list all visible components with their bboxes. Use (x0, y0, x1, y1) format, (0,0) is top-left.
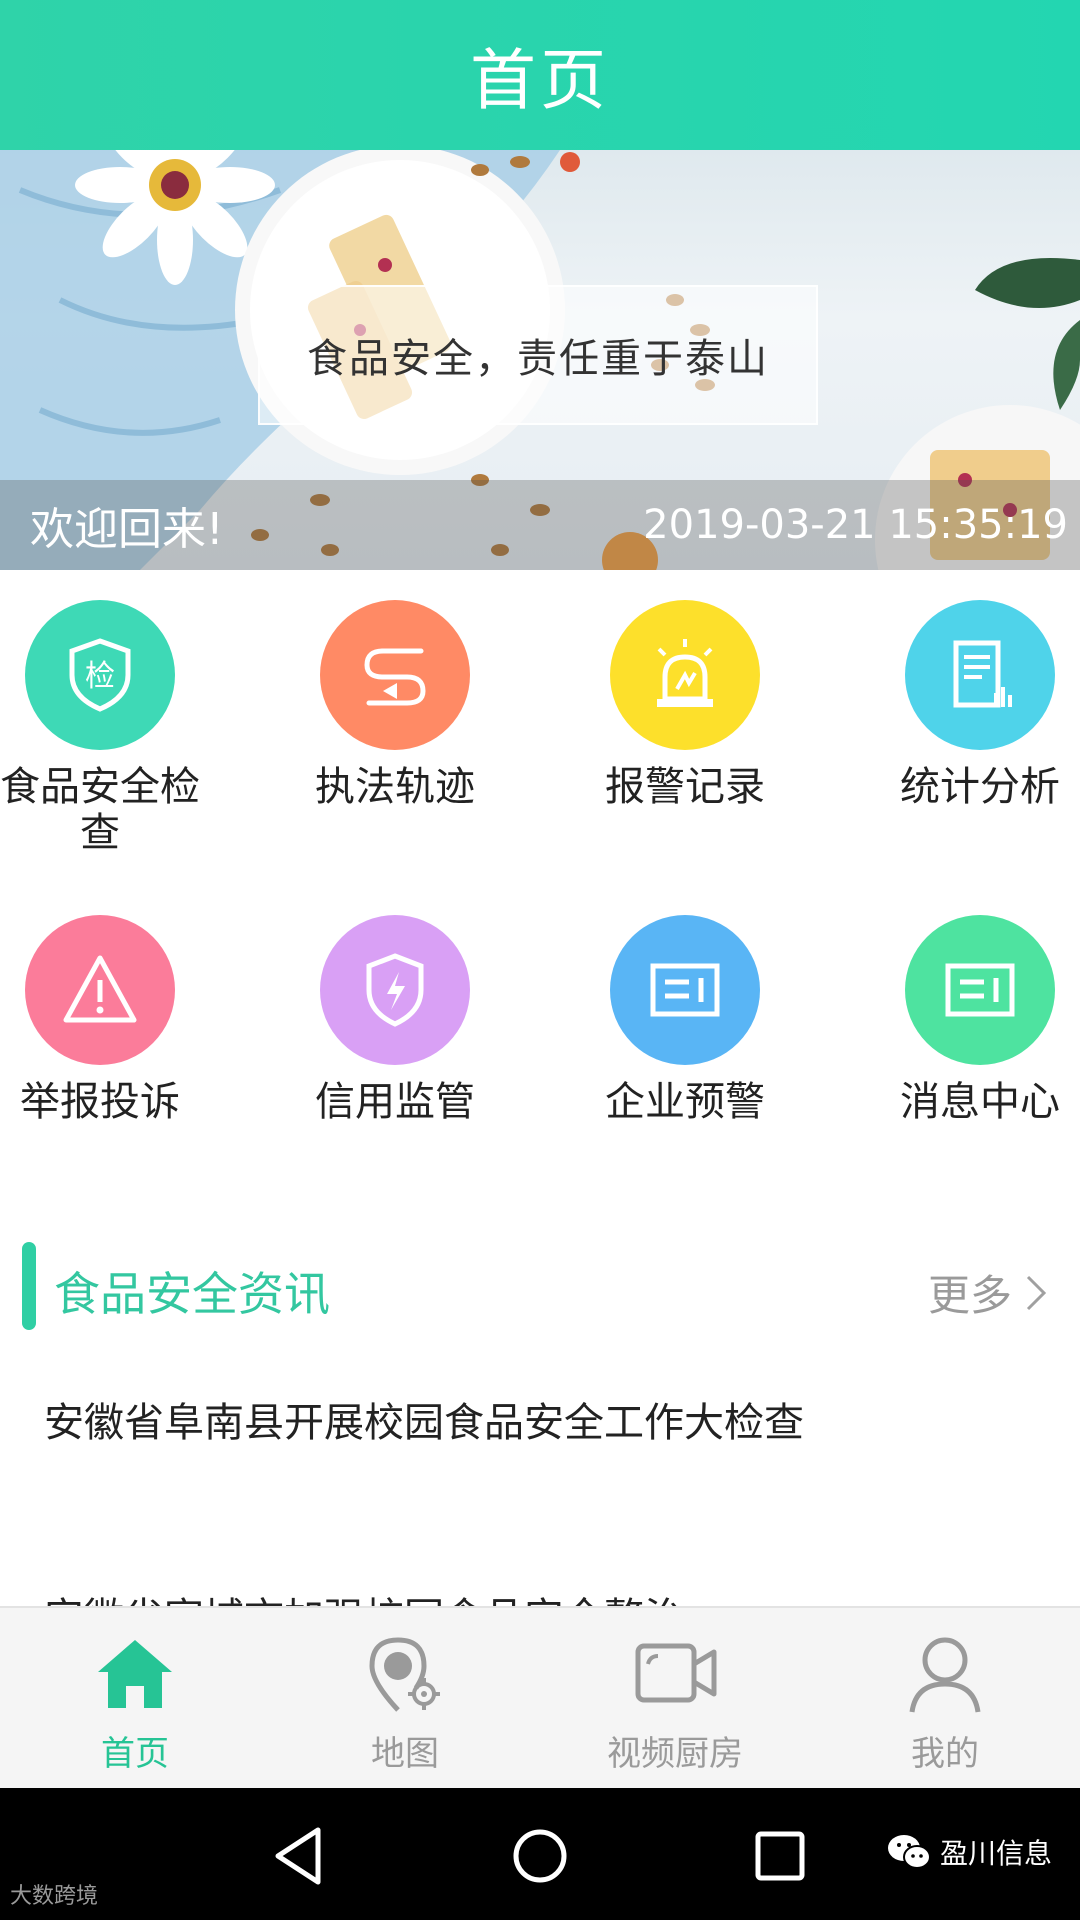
tab-label: 视频厨房 (607, 1734, 743, 1774)
recents-icon[interactable] (740, 1816, 820, 1896)
bottom-tab-bar: 首页 地图 视频厨房 我的 (0, 1606, 1080, 1788)
news-section-title: 食品安全资讯 (54, 1267, 330, 1321)
grid-label: 报警记录 (605, 764, 765, 810)
news-list: 安徽省阜南县开展校园食品安全工作大检查 安徽省宣城市加强校园食品安全整治 (0, 1360, 1080, 1608)
map-pin-icon (369, 1637, 440, 1712)
grid-label: 举报投诉 (20, 1079, 180, 1125)
tab-label: 我的 (911, 1734, 979, 1774)
watermark-right: 盈川信息 (886, 1832, 1052, 1872)
tab-label: 首页 (101, 1734, 169, 1774)
grid-label: 执法轨迹 (315, 764, 475, 810)
hero-banner[interactable]: 食品安全，责任重于泰山 欢迎回来! 2019-03-21 15:35:19 (0, 150, 1080, 570)
back-icon[interactable] (260, 1816, 340, 1896)
user-icon (909, 1637, 981, 1713)
grid-item-report-complaint[interactable]: 举报投诉 (0, 905, 235, 1195)
route-icon (320, 600, 470, 750)
alarm-light-icon (610, 600, 760, 750)
warning-triangle-icon (25, 915, 175, 1065)
grid-label: 统计分析 (900, 764, 1060, 810)
panel-icon (610, 915, 760, 1065)
news-item[interactable]: 安徽省宣城市加强校园食品安全整治 (44, 1585, 684, 1608)
wechat-icon (887, 1835, 931, 1869)
more-label: 更多 (927, 1271, 1012, 1320)
home-icon (98, 1640, 172, 1708)
welcome-text: 欢迎回来! (30, 504, 224, 555)
app-header: 首页 (0, 0, 1080, 150)
grid-label: 消息中心 (900, 1079, 1060, 1125)
grid-label: 食品安全检查 (0, 764, 200, 856)
shield-bolt-icon (320, 915, 470, 1065)
panel-icon (905, 915, 1055, 1065)
page-title: 首页 (470, 42, 610, 119)
grid-item-message-center[interactable]: 消息中心 (845, 905, 1080, 1195)
shield-check-icon: 检 (25, 600, 175, 750)
news-item[interactable]: 安徽省阜南县开展校园食品安全工作大检查 (44, 1390, 804, 1448)
video-camera-icon (635, 1643, 717, 1703)
watermark-right-text: 盈川信息 (939, 1837, 1052, 1870)
grid-label: 企业预警 (605, 1079, 765, 1125)
banner-slogan: 食品安全，责任重于泰山 (307, 336, 769, 382)
grid-item-alarm-records[interactable]: 报警记录 (550, 590, 820, 880)
tab-mine[interactable]: 我的 (810, 1608, 1080, 1788)
watermark-left-text: 大数跨境 (10, 1884, 99, 1909)
grid-item-food-safety-inspection[interactable]: 检 食品安全检查 (0, 590, 235, 880)
grid-item-enforcement-track[interactable]: 执法轨迹 (260, 590, 530, 880)
tab-home[interactable]: 首页 (0, 1608, 270, 1788)
more-link[interactable]: 更多 (928, 1262, 1050, 1323)
watermark-left: 大数跨境 (10, 1878, 98, 1910)
home-circle-icon[interactable] (500, 1816, 580, 1896)
grid-item-enterprise-warning[interactable]: 企业预警 (550, 905, 820, 1195)
tab-label: 地图 (371, 1734, 439, 1774)
grid-item-statistics[interactable]: 统计分析 (845, 590, 1080, 880)
document-chart-icon (905, 600, 1055, 750)
grid-item-credit-supervision[interactable]: 信用监管 (260, 905, 530, 1195)
banner-slogan-box: 食品安全，责任重于泰山 (258, 285, 818, 425)
section-accent-bar (22, 1242, 36, 1330)
tab-map[interactable]: 地图 (270, 1608, 540, 1788)
current-datetime: 2019-03-21 15:35:19 (643, 502, 1068, 548)
grid-label: 信用监管 (315, 1079, 475, 1125)
function-grid: 检 食品安全检查 执法轨迹 报警记录 统计分析 举报投诉 信用监管 企业预警 消… (0, 590, 1080, 1150)
news-section-header: 食品安全资讯 更多 (0, 1240, 1080, 1332)
svg-text:检: 检 (85, 659, 115, 694)
chevron-right-icon (1026, 1275, 1047, 1310)
system-nav-bar: 大数跨境 盈川信息 (0, 1788, 1080, 1920)
tab-video-kitchen[interactable]: 视频厨房 (540, 1608, 810, 1788)
banner-info-bar: 欢迎回来! 2019-03-21 15:35:19 (0, 480, 1080, 570)
